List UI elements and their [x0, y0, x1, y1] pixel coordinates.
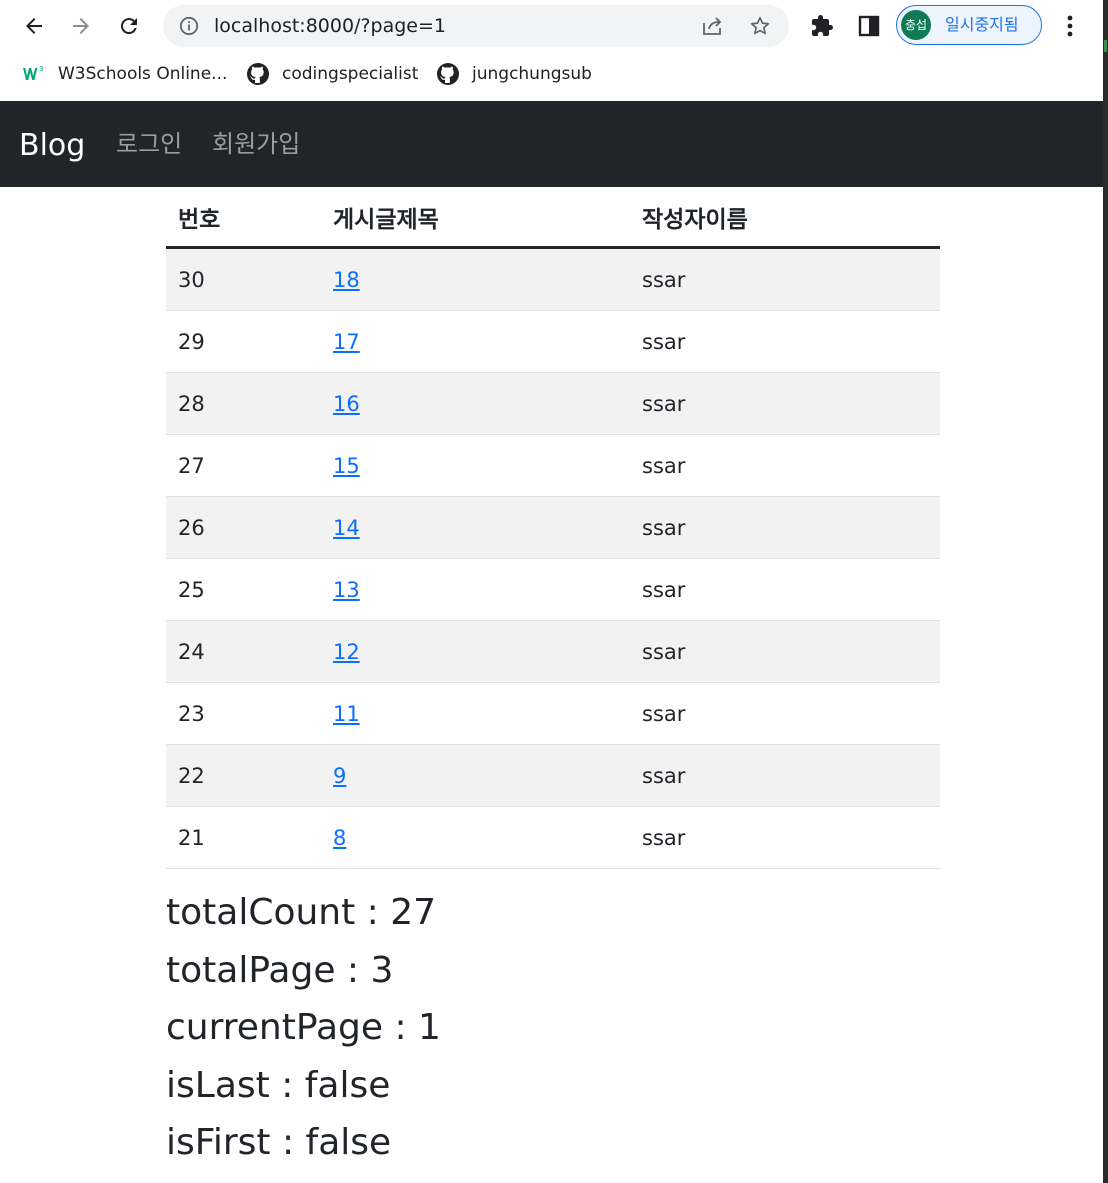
table-header-row: 번호 게시글제목 작성자이름: [166, 187, 940, 249]
svg-text:3: 3: [39, 65, 43, 73]
window-edge: [1103, 0, 1108, 1183]
arrow-left-icon: [26, 18, 42, 34]
post-title-cell: 8: [321, 806, 630, 869]
kebab-menu-icon[interactable]: [1058, 12, 1082, 40]
bookmark-jungchungsub[interactable]: jungchungsub: [436, 54, 592, 94]
table-row: 23 11 ssar: [166, 682, 940, 745]
post-author: ssar: [630, 682, 940, 745]
post-author: ssar: [630, 434, 940, 497]
back-button[interactable]: [16, 8, 52, 44]
post-title-link[interactable]: 16: [333, 392, 360, 416]
nav-join-link[interactable]: 회원가입: [212, 101, 300, 187]
post-number: 26: [166, 496, 321, 559]
board-table: 번호 게시글제목 작성자이름 30 18 ssar 29 17 ssar 28 16 ssar 2…: [166, 187, 940, 869]
post-author: ssar: [630, 372, 940, 435]
board-list: 번호 게시글제목 작성자이름 30 18 ssar 29 17 ssar 28 16 ssar 2…: [166, 187, 940, 869]
post-title-cell: 9: [321, 744, 630, 807]
post-number: 25: [166, 558, 321, 621]
arrow-right-icon: [73, 18, 89, 34]
post-title-cell: 18: [321, 247, 630, 311]
table-row: 26 14 ssar: [166, 496, 940, 559]
bookmark-label: jungchungsub: [472, 64, 592, 84]
reload-icon: [120, 18, 137, 35]
paging-info-line: totalPage : 3: [166, 949, 394, 991]
post-title-link[interactable]: 14: [333, 516, 360, 540]
bookmark-label: W3Schools Online...: [58, 64, 228, 84]
post-author: ssar: [630, 744, 940, 807]
avatar: 충섭: [901, 10, 931, 40]
bookmarks-bar: 3 W3Schools Online... codingspecialist j…: [0, 54, 1100, 94]
reload-button[interactable]: [111, 8, 147, 44]
post-number: 24: [166, 620, 321, 683]
post-title-cell: 12: [321, 620, 630, 683]
post-author: ssar: [630, 247, 940, 311]
url-text[interactable]: localhost:8000/?page=1: [214, 5, 446, 47]
table-row: 22 9 ssar: [166, 744, 940, 807]
app-navbar: Blog 로그인 회원가입: [0, 101, 1103, 187]
brand-link[interactable]: Blog: [19, 101, 85, 187]
post-title-link[interactable]: 9: [333, 764, 346, 788]
post-number: 29: [166, 310, 321, 373]
bookmark-w3schools[interactable]: 3 W3Schools Online...: [22, 54, 227, 94]
table-body: 30 18 ssar 29 17 ssar 28 16 ssar 27 15 ssar 26 14 ssar…: [166, 247, 940, 869]
post-title-link[interactable]: 18: [333, 268, 360, 292]
post-number: 21: [166, 806, 321, 869]
edge-mark: [1104, 40, 1107, 52]
post-title-cell: 11: [321, 682, 630, 745]
paging-info-line: isLast : false: [166, 1064, 391, 1106]
bookmark-star-icon[interactable]: [749, 15, 771, 37]
info-icon[interactable]: [179, 16, 199, 36]
table-row: 30 18 ssar: [166, 247, 940, 311]
post-number: 27: [166, 434, 321, 497]
table-row: 24 12 ssar: [166, 620, 940, 683]
paging-info: totalCount : 27 totalPage : 3 currentPage …: [166, 887, 441, 1175]
header-title: 게시글제목: [321, 187, 630, 249]
w3schools-icon: 3: [23, 65, 43, 80]
side-panel-icon[interactable]: [857, 14, 881, 38]
post-title-cell: 17: [321, 310, 630, 373]
post-author: ssar: [630, 806, 940, 869]
post-author: ssar: [630, 558, 940, 621]
forward-button[interactable]: [63, 8, 99, 44]
post-title-cell: 14: [321, 496, 630, 559]
bookmark-codingspecialist[interactable]: codingspecialist: [246, 54, 418, 94]
post-number: 28: [166, 372, 321, 435]
header-number: 번호: [166, 187, 321, 249]
post-author: ssar: [630, 620, 940, 683]
post-title-cell: 15: [321, 434, 630, 497]
table-row: 21 8 ssar: [166, 806, 940, 869]
paging-info-line: isFirst : false: [166, 1122, 392, 1163]
post-title-cell: 16: [321, 372, 630, 435]
post-title-link[interactable]: 13: [333, 578, 360, 602]
profile-status: 일시중지됨: [945, 15, 1019, 34]
post-title-link[interactable]: 17: [333, 330, 360, 354]
post-author: ssar: [630, 310, 940, 373]
share-icon[interactable]: [701, 15, 723, 37]
paging-info-line: totalCount : 27: [166, 892, 437, 933]
github-icon: [247, 63, 269, 85]
post-number: 23: [166, 682, 321, 745]
table-row: 25 13 ssar: [166, 558, 940, 621]
post-number: 22: [166, 744, 321, 807]
nav-login-link[interactable]: 로그인: [116, 101, 182, 187]
github-icon: [437, 63, 459, 85]
table-row: 28 16 ssar: [166, 372, 940, 435]
table-row: 27 15 ssar: [166, 434, 940, 497]
post-title-cell: 13: [321, 558, 630, 621]
bookmark-label: codingspecialist: [282, 64, 419, 84]
browser-chrome: localhost:8000/?page=1 충섭 일시중지됨 3 W3Scho…: [0, 0, 1108, 101]
extensions-puzzle-icon[interactable]: [810, 14, 834, 38]
post-author: ssar: [630, 496, 940, 559]
post-title-link[interactable]: 12: [333, 640, 360, 664]
paging-info-line: currentPage : 1: [166, 1007, 441, 1048]
table-row: 29 17 ssar: [166, 310, 940, 373]
post-title-link[interactable]: 8: [333, 826, 346, 850]
header-author: 작성자이름: [630, 187, 940, 249]
address-bar[interactable]: localhost:8000/?page=1: [163, 5, 789, 47]
post-title-link[interactable]: 15: [333, 454, 360, 478]
post-title-link[interactable]: 11: [333, 702, 360, 726]
profile-button[interactable]: 충섭 일시중지됨: [896, 5, 1042, 45]
post-number: 30: [166, 247, 321, 311]
